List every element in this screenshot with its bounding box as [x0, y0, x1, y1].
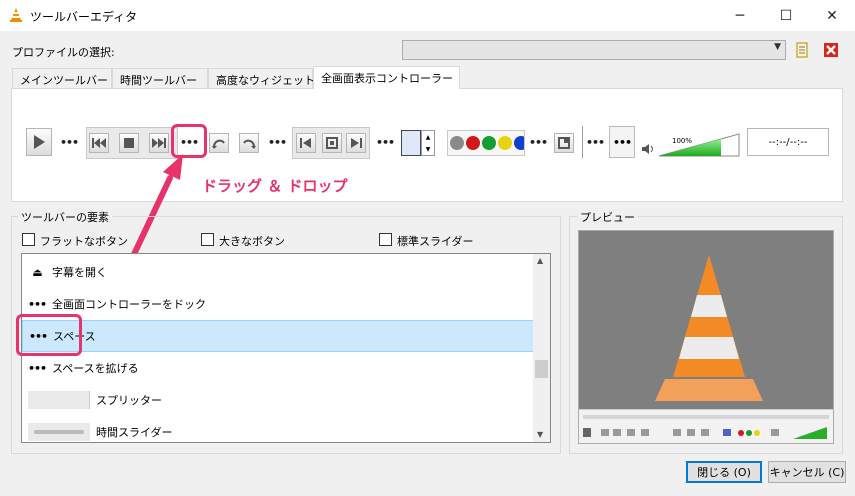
faster-icon	[243, 139, 256, 149]
preview-area	[578, 230, 834, 444]
list-item[interactable]: スプリッター	[22, 384, 534, 416]
time-display: --:--/--:--	[747, 128, 829, 156]
expand-spacer-icon[interactable]: •••	[609, 126, 635, 158]
tab-label: 高度なウィジェット	[216, 74, 315, 87]
title-bar: ツールバーエディタ ─ ☐ ✕	[0, 0, 855, 31]
vlc-cone-icon	[10, 8, 22, 22]
tab-main-toolbar[interactable]: メインツールバー	[12, 68, 112, 88]
maximize-icon: ☐	[779, 7, 793, 24]
spacer-icon[interactable]: •••	[268, 136, 287, 149]
expand-spacer-icon: •••	[28, 361, 47, 375]
profile-label: プロファイルの選択:	[12, 46, 115, 59]
native-slider-label: 標準スライダー	[397, 235, 474, 248]
close-button[interactable]: 閉じる (O)	[686, 461, 762, 483]
flat-buttons-label: フラットなボタン	[40, 235, 128, 248]
drag-drop-annotation: ドラッグ ＆ ドロップ	[202, 177, 348, 195]
stop-icon	[124, 138, 134, 148]
list-item[interactable]: ••• スペースを拡げる	[22, 352, 534, 384]
list-item-label: 字幕を開く	[52, 266, 107, 279]
delete-profile-button[interactable]	[821, 40, 841, 60]
toolbar-elements-title: ツールバーの要素	[18, 209, 112, 225]
previous-button[interactable]	[89, 133, 109, 153]
spacer-icon[interactable]: •••	[60, 136, 79, 149]
source-highlight	[16, 314, 82, 356]
preview-seek-bar	[583, 415, 829, 419]
list-item-label: スプリッター	[96, 394, 162, 407]
list-item[interactable]: ••• 全画面コントローラーをドック	[22, 288, 534, 320]
minimize-button[interactable]: ─	[717, 0, 763, 31]
list-item-label: スペースを拡げる	[52, 362, 139, 375]
color-buttons-icon	[450, 136, 524, 150]
splitter-icon	[28, 391, 90, 409]
color-buttons-group	[447, 130, 525, 156]
volume-slider[interactable]	[659, 133, 741, 157]
close-button-label: 閉じる (O)	[697, 466, 751, 479]
tab-label: メインツールバー	[20, 74, 108, 87]
next-button[interactable]	[149, 133, 169, 153]
play-icon	[34, 135, 45, 149]
delete-icon	[824, 43, 838, 57]
scroll-thumb[interactable]	[535, 360, 548, 378]
spacer-icon[interactable]: •••	[529, 136, 548, 149]
frame-back-icon	[300, 138, 311, 148]
big-buttons-checkbox[interactable]	[201, 233, 214, 246]
list-item-selected[interactable]: ••• スペース	[22, 320, 534, 352]
list-item-label: 時間スライダー	[96, 426, 173, 439]
snapshot-icon	[326, 137, 338, 149]
close-window-button[interactable]: ✕	[809, 0, 855, 31]
faster-button[interactable]	[239, 133, 259, 153]
preview-toolbar	[579, 409, 833, 443]
big-buttons-label: 大きなボタン	[219, 235, 285, 248]
list-item[interactable]: ⏏ 字幕を開く	[22, 256, 534, 288]
new-profile-icon	[796, 42, 808, 58]
playlist-icon[interactable]	[401, 130, 421, 156]
list-scrollbar[interactable]: ▲ ▼	[533, 254, 550, 442]
close-icon: ✕	[826, 7, 838, 24]
slower-icon	[212, 139, 225, 149]
dropped-spacer-icon[interactable]: •••	[180, 136, 199, 149]
fullscreen-icon	[558, 137, 570, 149]
profile-select[interactable]: ▼	[402, 40, 786, 60]
native-slider-checkbox[interactable]	[379, 233, 392, 246]
new-profile-button[interactable]	[792, 40, 812, 60]
cancel-button[interactable]: キャンセル (C)	[768, 461, 846, 483]
chevron-down-icon: ▼	[774, 42, 781, 52]
time-slider-icon	[28, 423, 90, 441]
eject-icon: ⏏	[32, 265, 42, 279]
window-title: ツールバーエディタ	[30, 10, 138, 24]
fullscreen-button[interactable]	[554, 133, 574, 153]
tab-fullscreen-controller[interactable]: 全画面表示コントローラー	[313, 66, 460, 89]
frame-back-button[interactable]	[296, 133, 316, 153]
vlc-cone-icon	[655, 255, 763, 401]
splitter-line	[582, 126, 583, 158]
previous-icon	[92, 138, 106, 148]
preview-title: プレビュー	[577, 209, 638, 225]
minimize-icon: ─	[735, 7, 745, 24]
spacer-icon: •••	[28, 297, 47, 311]
tab-advanced-widgets[interactable]: 高度なウィジェット	[208, 68, 315, 88]
play-button[interactable]	[26, 128, 52, 156]
stop-button[interactable]	[119, 133, 139, 153]
frame-forward-icon	[351, 138, 362, 148]
spacer-icon[interactable]: •••	[586, 136, 605, 149]
maximize-button[interactable]: ☐	[763, 0, 809, 31]
next-icon	[152, 138, 166, 148]
tab-label: 全画面表示コントローラー	[321, 72, 453, 85]
snapshot-button[interactable]	[322, 133, 342, 153]
slower-button[interactable]	[209, 133, 229, 153]
scroll-up-icon[interactable]: ▲	[537, 256, 543, 265]
playlist-scroll[interactable]: ▲ ▼	[421, 130, 435, 156]
list-item[interactable]: 時間スライダー	[22, 416, 534, 442]
tab-time-toolbar[interactable]: 時間ツールバー	[112, 68, 208, 88]
list-item-label: 全画面コントローラーをドック	[52, 298, 206, 311]
preview-controls-icon	[583, 427, 827, 439]
scroll-down-icon[interactable]: ▼	[537, 430, 543, 439]
elements-list[interactable]: ⏏ 字幕を開く ••• 全画面コントローラーをドック ••• スペース ••• …	[21, 253, 551, 443]
spacer-icon[interactable]: •••	[376, 136, 395, 149]
volume-icon[interactable]	[641, 143, 655, 155]
frame-forward-button[interactable]	[346, 133, 366, 153]
flat-buttons-checkbox[interactable]	[22, 233, 35, 246]
tab-label: 時間ツールバー	[120, 74, 197, 87]
cancel-button-label: キャンセル (C)	[769, 466, 845, 479]
